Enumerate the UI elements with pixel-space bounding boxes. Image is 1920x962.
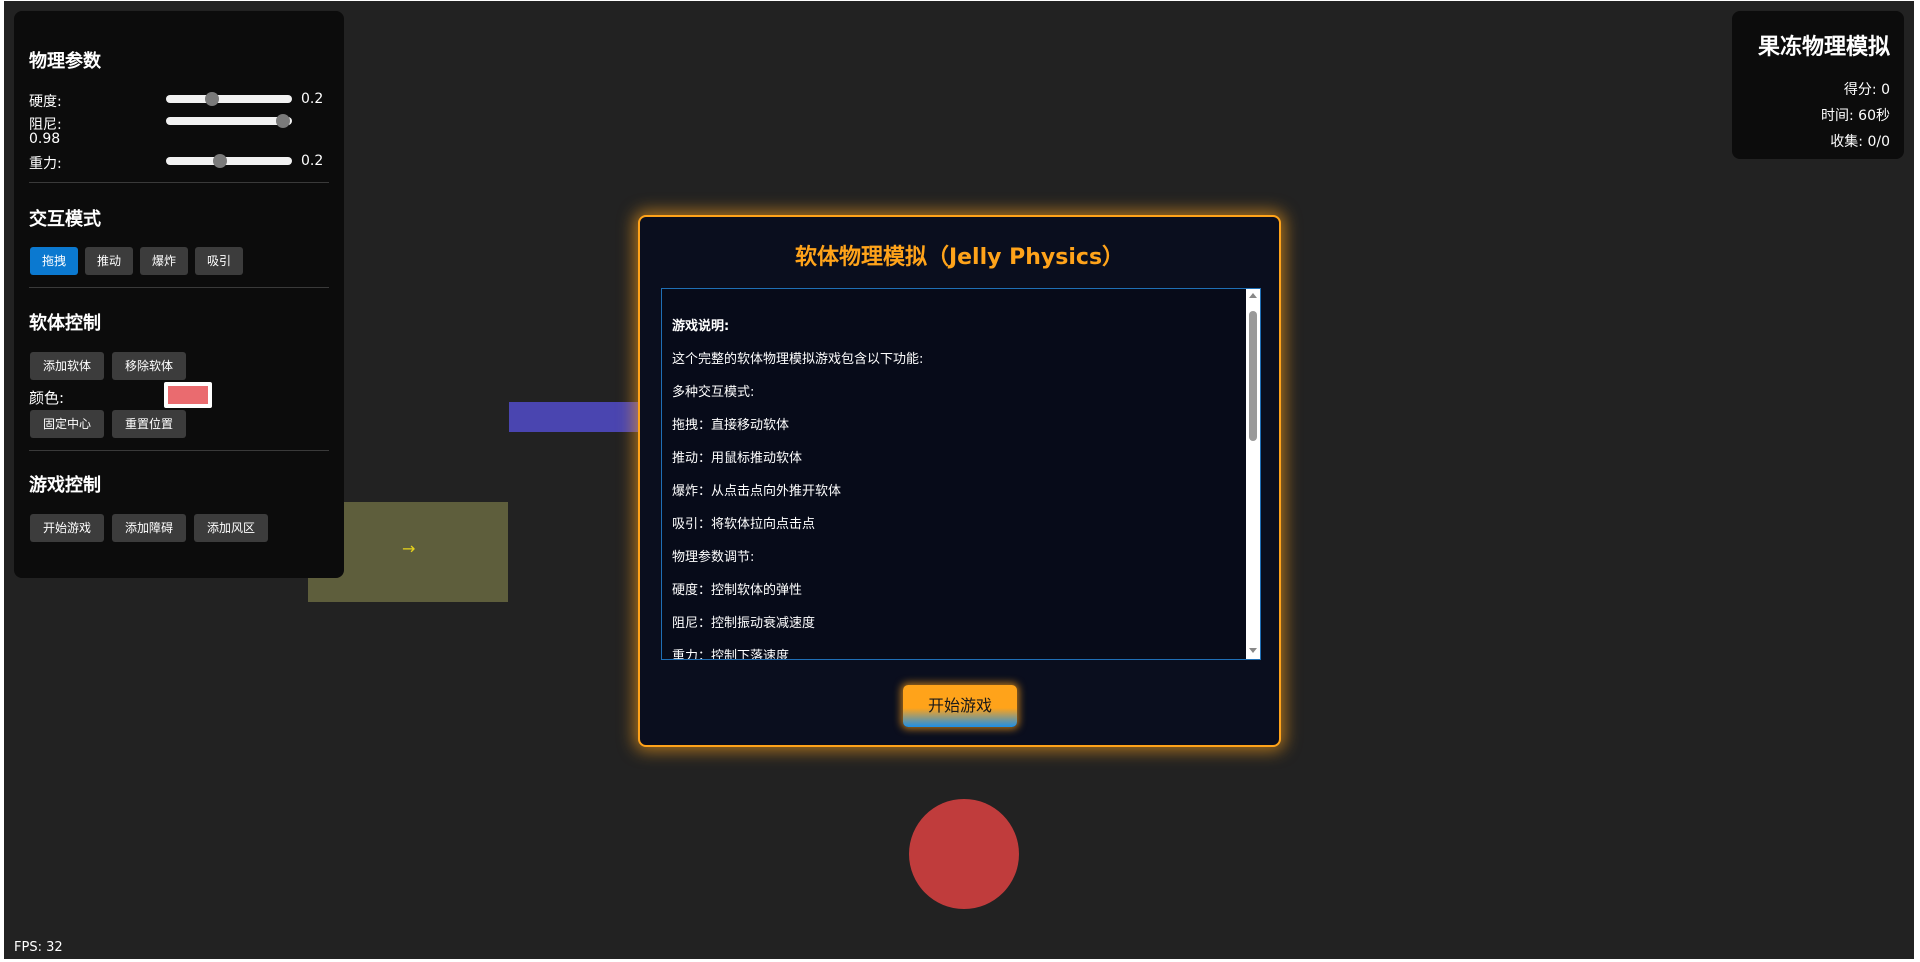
- color-picker[interactable]: [164, 382, 212, 408]
- control-panel: 物理参数 硬度: 0.2 阻尼: 0.98 重力: 0.2 交互模式 拖拽 推动…: [14, 11, 344, 578]
- wind-arrow-icon: →: [402, 539, 416, 558]
- instruction-line: 物理参数调节:: [672, 550, 755, 565]
- stiffness-label: 硬度:: [29, 94, 62, 110]
- physics-params-title: 物理参数: [29, 51, 101, 72]
- scrollbar[interactable]: [1246, 289, 1260, 659]
- score-text: 得分: 0: [1843, 82, 1890, 98]
- divider: [29, 182, 329, 183]
- start-game-button[interactable]: 开始游戏: [30, 514, 104, 542]
- game-title: 果冻物理模拟: [1757, 35, 1890, 60]
- add-softbody-button[interactable]: 添加软体: [30, 352, 104, 380]
- info-panel: 果冻物理模拟 得分: 0 时间: 60秒 收集: 0/0: [1732, 11, 1904, 159]
- gravity-slider-thumb[interactable]: [213, 154, 227, 168]
- instruction-line: 爆炸：从点击点向外推开软体: [672, 484, 842, 499]
- color-label: 颜色:: [29, 389, 65, 407]
- mode-explode-button[interactable]: 爆炸: [140, 247, 188, 275]
- gravity-label: 重力:: [29, 156, 62, 172]
- damping-slider-thumb[interactable]: [276, 114, 290, 128]
- interaction-mode-title: 交互模式: [29, 209, 101, 230]
- gravity-value: 0.2: [301, 153, 324, 169]
- modal-title: 软体物理模拟（Jelly Physics）: [794, 245, 1125, 270]
- damping-value: 0.98: [29, 131, 61, 147]
- jelly-softbody[interactable]: [909, 799, 1019, 909]
- gravity-slider[interactable]: [166, 154, 292, 168]
- instruction-line: 硬度：控制软体的弹性: [672, 583, 803, 598]
- stiffness-value: 0.2: [301, 91, 324, 107]
- scrollbar-thumb[interactable]: [1249, 311, 1257, 441]
- remove-softbody-button[interactable]: 移除软体: [112, 352, 186, 380]
- color-picker-swatch: [168, 386, 208, 404]
- instruction-line: 这个完整的软体物理模拟游戏包含以下功能:: [672, 352, 924, 367]
- instruction-line: 拖拽：直接移动软体: [672, 418, 790, 433]
- add-obstacle-button[interactable]: 添加障碍: [112, 514, 186, 542]
- instructions-scroll-box[interactable]: 游戏说明: 这个完整的软体物理模拟游戏包含以下功能: 多种交互模式: 拖拽：直接…: [661, 288, 1261, 660]
- instruction-line: 吸引：将软体拉向点击点: [672, 517, 816, 532]
- instruction-line: 重力：控制下落速度: [672, 649, 790, 660]
- obstacle-block: [509, 402, 644, 432]
- instruction-line: 阻尼：控制振动衰减速度: [672, 616, 816, 631]
- fix-center-button[interactable]: 固定中心: [30, 410, 104, 438]
- add-wind-zone-button[interactable]: 添加风区: [194, 514, 268, 542]
- divider: [29, 450, 329, 451]
- mode-drag-button[interactable]: 拖拽: [30, 247, 78, 275]
- instruction-line: 推动：用鼠标推动软体: [672, 451, 803, 466]
- instruction-line: 多种交互模式:: [672, 385, 755, 400]
- modal-start-game-button[interactable]: 开始游戏: [903, 685, 1017, 727]
- divider: [29, 287, 329, 288]
- damping-slider[interactable]: [166, 114, 292, 128]
- stiffness-slider-thumb[interactable]: [205, 92, 219, 106]
- game-control-title: 游戏控制: [29, 475, 101, 496]
- intro-modal: 软体物理模拟（Jelly Physics） 游戏说明: 这个完整的软体物理模拟游…: [638, 215, 1281, 747]
- reset-position-button[interactable]: 重置位置: [112, 410, 186, 438]
- mode-push-button[interactable]: 推动: [85, 247, 133, 275]
- scroll-down-icon[interactable]: [1249, 648, 1257, 653]
- stiffness-slider[interactable]: [166, 92, 292, 106]
- softbody-control-title: 软体控制: [29, 313, 101, 334]
- scroll-up-icon[interactable]: [1249, 293, 1257, 298]
- mode-attract-button[interactable]: 吸引: [195, 247, 243, 275]
- fps-counter: FPS: 32: [14, 940, 63, 955]
- instruction-line: 游戏说明:: [672, 319, 730, 334]
- timer-text: 时间: 60秒: [1821, 108, 1890, 124]
- collected-text: 收集: 0/0: [1830, 134, 1890, 150]
